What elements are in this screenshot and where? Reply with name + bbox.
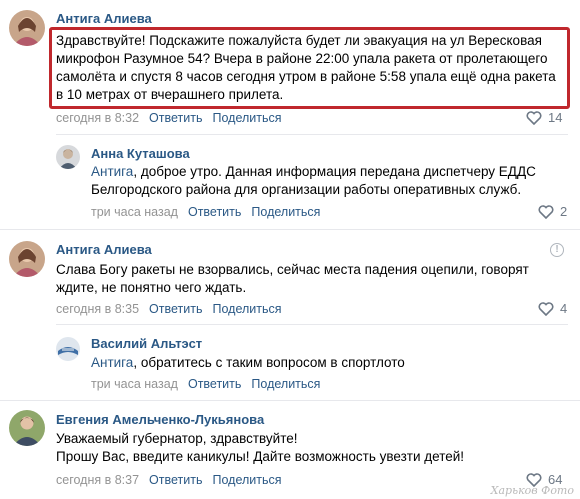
share-button[interactable]: Поделиться bbox=[212, 302, 281, 316]
comment-meta: три часа назад Ответить Поделиться bbox=[91, 205, 320, 219]
heart-icon bbox=[526, 110, 542, 125]
reply-button[interactable]: Ответить bbox=[149, 302, 202, 316]
like-count: 2 bbox=[560, 204, 568, 219]
share-button[interactable]: Поделиться bbox=[251, 205, 320, 219]
comment-text: Здравствуйте! Подскажите пожалуйста буде… bbox=[56, 33, 556, 102]
divider bbox=[56, 134, 568, 135]
divider bbox=[0, 400, 580, 401]
like-count: 4 bbox=[560, 301, 568, 316]
comment-author[interactable]: Василий Альтэст bbox=[91, 336, 202, 351]
avatar[interactable] bbox=[9, 10, 45, 46]
heart-icon bbox=[538, 301, 554, 316]
comment-meta: сегодня в 8:37 Ответить Поделиться bbox=[56, 473, 282, 487]
comment-text: Слава Богу ракеты не взорвались, сейчас … bbox=[56, 262, 529, 295]
avatar[interactable] bbox=[9, 410, 45, 446]
comment-meta: сегодня в 8:35 Ответить Поделиться bbox=[56, 302, 282, 316]
divider bbox=[0, 229, 580, 230]
comment-text: Антига, обратитесь с таким вопросом в сп… bbox=[91, 355, 405, 370]
like-button[interactable]: 4 bbox=[538, 301, 567, 316]
like-button[interactable]: 14 bbox=[526, 110, 562, 125]
comment-text: Антига, доброе утро. Данная информация п… bbox=[91, 164, 536, 197]
reply-button[interactable]: Ответить bbox=[188, 205, 241, 219]
comment-author[interactable]: Антига Алиева bbox=[56, 242, 152, 257]
avatar[interactable] bbox=[9, 241, 45, 277]
like-button[interactable]: 2 bbox=[538, 204, 567, 219]
comment-text: Уважаемый губернатор, здравствуйте! Прош… bbox=[56, 431, 465, 464]
avatar[interactable] bbox=[56, 337, 80, 361]
comment-time[interactable]: три часа назад bbox=[91, 377, 178, 391]
comment-author[interactable]: Евгения Амельченко-Лукьянова bbox=[56, 412, 264, 427]
comment-author[interactable]: Анна Куташова bbox=[91, 146, 190, 161]
share-button[interactable]: Поделиться bbox=[251, 377, 320, 391]
divider bbox=[56, 324, 568, 325]
comment-meta: три часа назад Ответить Поделиться bbox=[91, 377, 320, 391]
watermark: Харьков Фото bbox=[490, 484, 574, 497]
reply-button[interactable]: Ответить bbox=[188, 377, 241, 391]
reply-button[interactable]: Ответить bbox=[149, 473, 202, 487]
report-icon[interactable]: ! bbox=[550, 243, 564, 257]
like-count: 14 bbox=[548, 110, 563, 125]
comment-time[interactable]: три часа назад bbox=[91, 205, 178, 219]
reply-button[interactable]: Ответить bbox=[149, 111, 202, 125]
comment-time[interactable]: сегодня в 8:37 bbox=[56, 473, 139, 487]
share-button[interactable]: Поделиться bbox=[212, 111, 281, 125]
comment-time[interactable]: сегодня в 8:32 bbox=[56, 111, 139, 125]
mention-link[interactable]: Антига bbox=[91, 355, 133, 370]
heart-icon bbox=[538, 204, 554, 219]
comment-author[interactable]: Антига Алиева bbox=[56, 11, 152, 26]
mention-link[interactable]: Антига bbox=[91, 164, 133, 179]
share-button[interactable]: Поделиться bbox=[212, 473, 281, 487]
comment-time[interactable]: сегодня в 8:35 bbox=[56, 302, 139, 316]
avatar[interactable] bbox=[56, 145, 80, 169]
comment-meta: сегодня в 8:32 Ответить Поделиться bbox=[56, 111, 282, 125]
